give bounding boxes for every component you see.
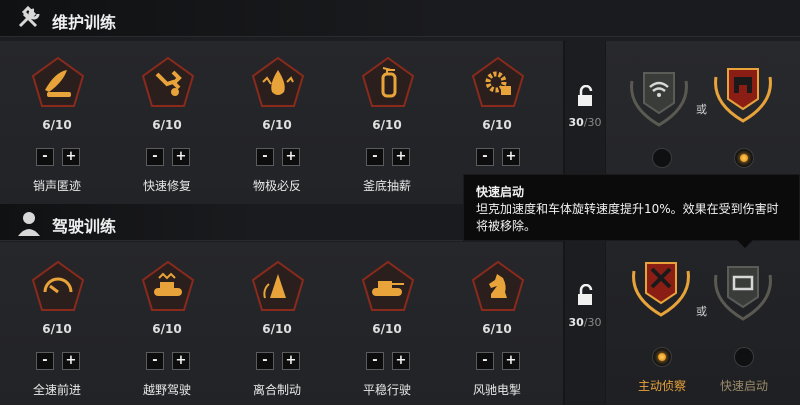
- decrease-button[interactable]: -: [476, 352, 494, 370]
- perk-radio-right[interactable]: [734, 347, 754, 367]
- points-current: 30: [568, 316, 584, 329]
- increase-button[interactable]: +: [62, 352, 80, 370]
- tank-icon: [361, 260, 415, 311]
- leaf-tank-icon: [31, 56, 85, 107]
- skill-name: 快速修复: [142, 179, 191, 193]
- driving-points-counter: 30/30: [565, 316, 605, 329]
- perk-label-active-recon: 主动侦察: [637, 379, 686, 393]
- fire-drop-icon: [251, 56, 305, 107]
- knight-icon: [471, 260, 525, 311]
- perk-tooltip: 快速启动 坦克加速度和车体旋转速度提升10%。效果在受到伤害时将被移除。: [463, 174, 800, 248]
- increase-button[interactable]: +: [392, 148, 410, 166]
- skill-level: 6/10: [482, 118, 512, 132]
- helmet-perk-icon[interactable]: [710, 57, 776, 123]
- decrease-button[interactable]: -: [146, 148, 164, 166]
- driving-lock-column: 30/30: [565, 242, 605, 405]
- points-max: /30: [583, 116, 602, 129]
- skill-level: 6/10: [372, 322, 402, 336]
- skill-name: 全速前进: [32, 383, 81, 397]
- skill-name: 离合制动: [252, 383, 301, 397]
- increase-button[interactable]: +: [282, 148, 300, 166]
- perk-radio-left[interactable]: [652, 347, 672, 367]
- wifi-perk-icon[interactable]: [626, 61, 692, 127]
- unlock-icon[interactable]: [577, 85, 595, 107]
- speedometer-icon: [31, 260, 85, 311]
- increase-button[interactable]: +: [502, 148, 520, 166]
- decrease-button[interactable]: -: [476, 148, 494, 166]
- perk-radio-right[interactable]: [734, 148, 754, 168]
- skill-name: 釜底抽薪: [362, 179, 411, 193]
- skill-level: 6/10: [152, 322, 182, 336]
- wrench-icon: [141, 56, 195, 107]
- tooltip-body: 坦克加速度和车体旋转速度提升10%。效果在受到伤害时将被移除。: [476, 202, 779, 233]
- tank-crown-icon: [141, 260, 195, 311]
- skill-level: 6/10: [42, 118, 72, 132]
- skill-name: 平稳行驶: [362, 383, 411, 397]
- decrease-button[interactable]: -: [256, 148, 274, 166]
- wrench-hammer-icon: [18, 5, 40, 28]
- increase-button[interactable]: +: [172, 352, 190, 370]
- tooltip-arrow: [737, 240, 753, 248]
- perk-label-quick-start: 快速启动: [719, 379, 768, 393]
- points-current: 30: [568, 116, 584, 129]
- increase-button[interactable]: +: [502, 352, 520, 370]
- skill-name: 物极必反: [252, 179, 301, 193]
- decrease-button[interactable]: -: [366, 148, 384, 166]
- radio-perk-icon[interactable]: [628, 251, 694, 317]
- points-max: /30: [583, 316, 602, 329]
- fire-extinguisher-icon: [361, 56, 415, 107]
- driver-icon: [18, 212, 40, 236]
- increase-button[interactable]: +: [62, 148, 80, 166]
- increase-button[interactable]: +: [172, 148, 190, 166]
- driving-skills-panel: 6/10 - + 全速前进 6/10 - + 越野驾驶 6/10 - + 离合制…: [0, 242, 565, 405]
- cone-icon: [251, 260, 305, 311]
- decrease-button[interactable]: -: [256, 352, 274, 370]
- or-label: 或: [696, 305, 707, 318]
- driving-title: 驾驶训练: [52, 217, 117, 236]
- maintenance-title: 维护训练: [52, 13, 117, 32]
- decrease-button[interactable]: -: [36, 148, 54, 166]
- maintenance-header: 维护训练: [0, 0, 800, 37]
- skill-level: 6/10: [372, 118, 402, 132]
- engine-perk-icon[interactable]: [710, 255, 776, 321]
- gear-box-icon: [471, 56, 525, 107]
- skill-level: 6/10: [482, 322, 512, 336]
- perk-radio-left[interactable]: [652, 148, 672, 168]
- maintenance-points-counter: 30/30: [565, 116, 605, 129]
- tooltip-title: 快速启动: [476, 185, 525, 199]
- skill-level: 6/10: [262, 322, 292, 336]
- increase-button[interactable]: +: [392, 352, 410, 370]
- skill-name: 风驰电掣: [472, 383, 521, 397]
- decrease-button[interactable]: -: [366, 352, 384, 370]
- decrease-button[interactable]: -: [146, 352, 164, 370]
- decrease-button[interactable]: -: [36, 352, 54, 370]
- skill-level: 6/10: [152, 118, 182, 132]
- skill-name: 销声匿迹: [32, 179, 81, 193]
- unlock-icon[interactable]: [577, 284, 595, 306]
- increase-button[interactable]: +: [282, 352, 300, 370]
- or-label: 或: [696, 103, 707, 116]
- skill-level: 6/10: [262, 118, 292, 132]
- skill-level: 6/10: [42, 322, 72, 336]
- skill-name: 越野驾驶: [142, 383, 191, 397]
- driving-header: 驾驶训练: [0, 204, 463, 241]
